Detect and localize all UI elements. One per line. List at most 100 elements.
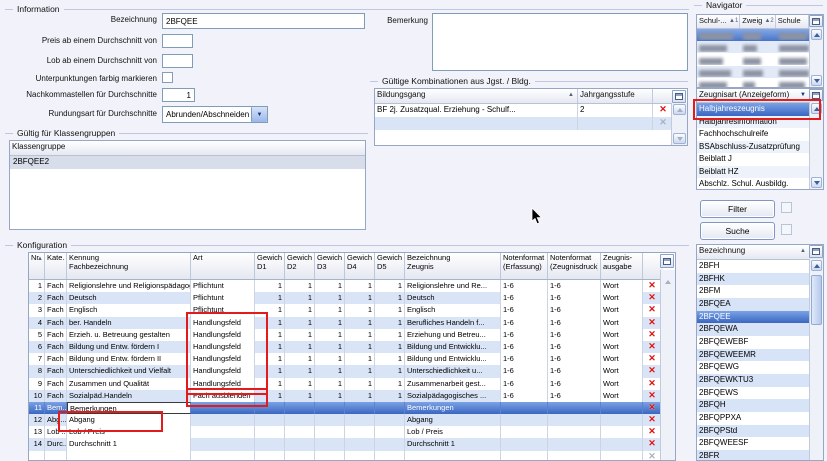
school-row-redacted[interactable] [697, 29, 811, 41]
table-row[interactable]: ✕ [375, 117, 673, 130]
cell-d1[interactable]: 1 [255, 304, 285, 316]
cell-d2[interactable]: 1 [285, 304, 315, 316]
cell-d4[interactable]: 1 [345, 304, 375, 316]
suche-checkbox[interactable] [781, 224, 792, 235]
cell-d2[interactable] [285, 438, 315, 450]
delete-row-icon[interactable]: ✕ [648, 341, 656, 351]
cell-kate[interactable]: Fach [45, 365, 67, 377]
cell-kate[interactable]: Fach [45, 317, 67, 329]
bezeichnung-item[interactable]: 2BFQEWEEMR [697, 349, 811, 362]
cell-jahrgangsstufe[interactable]: 2 [578, 104, 653, 117]
delete-row-icon[interactable]: ✕ [648, 304, 656, 314]
field-chooser-button[interactable] [809, 15, 823, 27]
cell-kate[interactable]: Fach [45, 304, 67, 316]
cell-kate[interactable]: Fach [45, 390, 67, 402]
cell-d5[interactable]: 1 [375, 378, 405, 390]
cell-kennung[interactable]: Deutsch [67, 292, 191, 304]
bemerkung-textarea[interactable] [432, 13, 688, 71]
table-row[interactable]: 11Bem...BemerkungenBemerkungen✕ [29, 402, 663, 414]
table-row[interactable]: 2FachDeutschPflichtunt11111Deutsch1-61-6… [29, 292, 663, 304]
delete-row-icon[interactable]: ✕ [648, 292, 656, 302]
cell-bez[interactable]: Bildung und Entwicklu... [405, 341, 501, 353]
cell-d3[interactable]: 1 [315, 378, 345, 390]
scroll-up-button[interactable] [811, 103, 822, 114]
cell-d1[interactable] [255, 402, 285, 414]
cell-d3[interactable]: 1 [315, 317, 345, 329]
cell-kennung[interactable]: Bildung und Entw. fördern I [67, 341, 191, 353]
cell-bez[interactable]: Deutsch [405, 292, 501, 304]
cell-d1[interactable]: 1 [255, 317, 285, 329]
cell-d5[interactable]: 1 [375, 292, 405, 304]
delete-row-icon[interactable]: ✕ [648, 317, 656, 327]
cell-d4[interactable]: 1 [345, 365, 375, 377]
cell-zausg[interactable] [601, 402, 643, 414]
cell-d4[interactable]: 1 [345, 317, 375, 329]
cell-d5[interactable]: 1 [375, 341, 405, 353]
cell-art[interactable]: Handlungsfeld [191, 341, 255, 353]
cell-kate[interactable]: Fach [45, 378, 67, 390]
cell-d3[interactable] [315, 426, 345, 438]
table-row[interactable]: 6FachBildung und Entw. fördern IHandlung… [29, 341, 663, 353]
column-header-zweig[interactable]: Zweig▲2 [740, 15, 775, 28]
cell-nr[interactable]: 6 [29, 341, 45, 353]
column-header-d3[interactable]: GewichtD3 [315, 253, 345, 279]
field-chooser-button[interactable] [672, 90, 686, 103]
cell-d5[interactable]: 1 [375, 280, 405, 292]
bezeichnung-item[interactable]: 2BFQEWEBF [697, 336, 811, 349]
cell-nr[interactable]: 8 [29, 365, 45, 377]
cell-kennung[interactable]: Bildung und Entw. fördern II [67, 353, 191, 365]
cell-zausg[interactable]: Wort [601, 317, 643, 329]
cell-kate[interactable]: Fach [45, 292, 67, 304]
cell-d1[interactable]: 1 [255, 365, 285, 377]
bezeichnung-item[interactable]: 2BFH [697, 260, 811, 273]
delete-row-icon[interactable]: ✕ [659, 104, 667, 114]
cell-nr[interactable]: 14 [29, 438, 45, 450]
cell-zausg[interactable]: Wort [601, 390, 643, 402]
cell-d1[interactable]: 1 [255, 280, 285, 292]
scroll-up-button[interactable] [811, 260, 822, 271]
cell-d3[interactable] [315, 414, 345, 426]
delete-row-icon[interactable]: ✕ [648, 426, 656, 436]
lob-input[interactable] [162, 54, 193, 68]
cell-d2[interactable]: 1 [285, 317, 315, 329]
cell-noterf[interactable]: 1-6 [501, 317, 548, 329]
school-row-redacted[interactable] [697, 53, 811, 65]
cell-zausg[interactable] [601, 438, 643, 450]
column-header-d2[interactable]: GewichtD2 [285, 253, 315, 279]
cell-notzdr[interactable] [548, 414, 601, 426]
cell-kate[interactable]: Durc... [45, 438, 67, 450]
field-chooser-button[interactable] [660, 254, 674, 268]
cell-noterf[interactable]: 1-6 [501, 292, 548, 304]
cell-kate[interactable]: Fach [45, 329, 67, 341]
cell-bez[interactable]: Bemerkungen [405, 402, 501, 414]
zeugnisart-scrollbar[interactable] [809, 102, 823, 189]
cell-bez[interactable]: Religionslehre und Re... [405, 280, 501, 292]
cell-d5[interactable]: 1 [375, 353, 405, 365]
column-header-bez[interactable]: BezeichnungZeugnis [405, 253, 501, 279]
cell-art[interactable]: Handlungsfeld [191, 365, 255, 377]
scroll-up-button[interactable] [811, 29, 822, 40]
field-chooser-button[interactable] [809, 89, 823, 101]
bezeichnung-item[interactable]: 2BFQPStd [697, 425, 811, 438]
cell-d5[interactable] [375, 414, 405, 426]
school-scrollbar[interactable] [809, 28, 823, 87]
cell-d2[interactable] [285, 426, 315, 438]
konfiguration-scrollbar[interactable] [660, 270, 675, 460]
table-row[interactable]: 1FachReligionslehre und Religionspädagog… [29, 280, 663, 292]
cell-d4[interactable] [345, 402, 375, 414]
filter-button[interactable]: Filter [700, 200, 775, 218]
cell-nr[interactable]: 2 [29, 292, 45, 304]
zeugnisart-header[interactable]: Zeugnisart (Anzeigeform) ▼ [697, 89, 809, 102]
bezeichnung-item[interactable]: 2BFQEWA [697, 323, 811, 336]
column-header-nr[interactable]: Nr.▲ [29, 253, 45, 279]
cell-zausg[interactable] [601, 426, 643, 438]
delete-row-icon[interactable]: ✕ [648, 414, 656, 424]
cell-d1[interactable] [255, 426, 285, 438]
bezeichnung-item[interactable]: 2BFQPPXA [697, 412, 811, 425]
cell-noterf[interactable] [501, 414, 548, 426]
cell-d5[interactable] [375, 451, 405, 461]
cell-d3[interactable]: 1 [315, 341, 345, 353]
school-row-redacted[interactable] [697, 66, 811, 78]
cell-d2[interactable]: 1 [285, 378, 315, 390]
cell-noterf[interactable] [501, 402, 548, 414]
